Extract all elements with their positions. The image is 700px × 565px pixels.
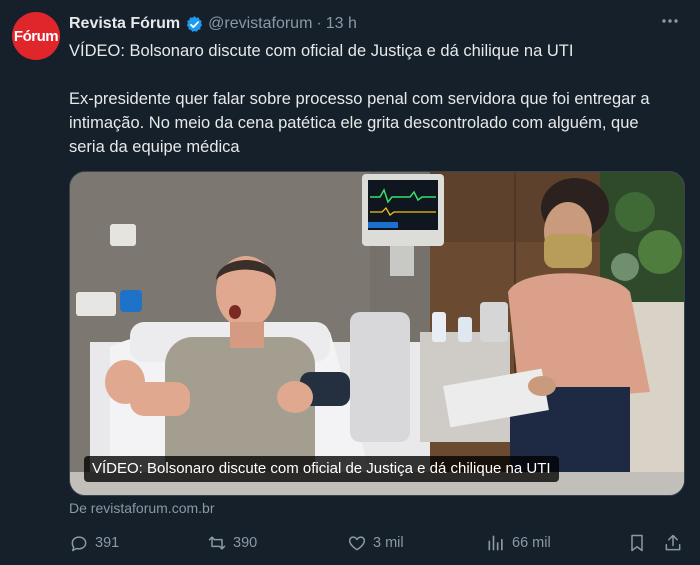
bookmark-icon [631, 534, 643, 552]
share-button[interactable] [663, 533, 689, 553]
author-handle[interactable]: @revistaforum [208, 15, 312, 33]
views-icon [488, 535, 503, 551]
tweet-actions: 391 390 3 mil 66 mil [69, 533, 689, 555]
avatar-logo-text: Fórum [13, 27, 59, 45]
reply-button[interactable]: 391 [69, 533, 119, 553]
bookmark-button[interactable] [627, 533, 653, 553]
tweet-body: Ex-presidente quer falar sobre processo … [69, 90, 650, 156]
link-source[interactable]: De revistaforum.com.br [69, 500, 214, 516]
verified-icon [185, 15, 204, 34]
views-count: 66 mil [512, 535, 551, 551]
views-button[interactable]: 66 mil [486, 533, 551, 553]
tweet-title: VÍDEO: Bolsonaro discute com oficial de … [69, 42, 574, 60]
avatar[interactable]: Fórum [12, 12, 60, 60]
tweet-media[interactable] [69, 171, 685, 496]
author-name[interactable]: Revista Fórum [69, 15, 180, 33]
media-caption: VÍDEO: Bolsonaro discute com oficial de … [84, 456, 559, 482]
hospital-scene-image [70, 172, 684, 495]
more-icon[interactable] [660, 11, 680, 36]
separator-dot: · [316, 15, 322, 32]
like-button[interactable]: 3 mil [347, 533, 404, 553]
like-count: 3 mil [373, 535, 404, 551]
like-icon [348, 536, 366, 551]
tweet-header: Revista Fórum @revistaforum · 13 h [69, 13, 680, 35]
reply-count: 391 [95, 535, 120, 551]
timestamp[interactable]: 13 h [326, 15, 357, 33]
retweet-button[interactable]: 390 [207, 533, 257, 553]
tweet-text: VÍDEO: Bolsonaro discute com oficial de … [69, 39, 669, 159]
share-icon [665, 534, 681, 551]
reply-icon [71, 536, 87, 552]
retweet-icon [208, 536, 226, 550]
retweet-count: 390 [233, 535, 258, 551]
